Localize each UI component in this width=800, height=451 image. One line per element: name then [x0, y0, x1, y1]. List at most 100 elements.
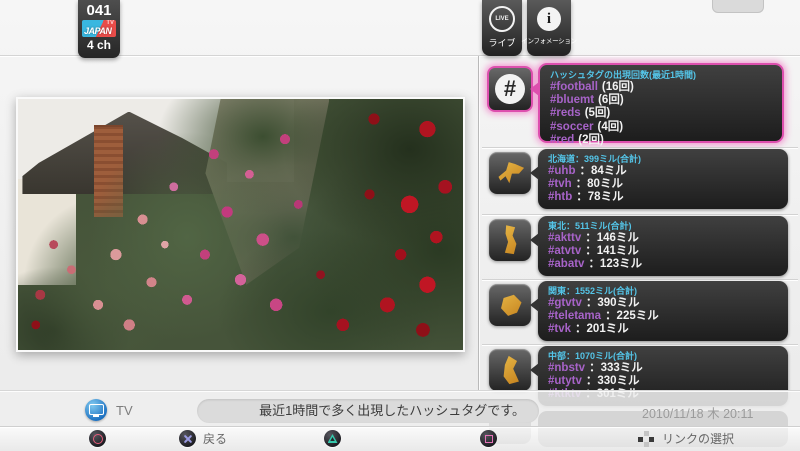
triangle-button-icon[interactable]: [324, 430, 341, 447]
region-title: 北海道：399ミル(合計): [548, 153, 778, 165]
region-row: #akttv ：146ミル: [548, 232, 778, 245]
hashtag-link[interactable]: #tvh: [548, 178, 572, 190]
control-bar: 戻る リンクの選択: [0, 426, 800, 451]
panel-separator: [482, 147, 798, 148]
hashtag-count: (5回): [585, 107, 611, 119]
datetime-display: 2010/11/18 木 20:11: [642, 403, 753, 422]
square-button-icon[interactable]: [480, 430, 497, 447]
bubble-tail: [530, 166, 539, 180]
live-icon: LIVE: [489, 6, 515, 32]
hashtag-row: #football (16回): [550, 81, 772, 94]
hashtag-link[interactable]: #htb: [548, 191, 572, 203]
tv-video-preview[interactable]: [16, 97, 465, 352]
information-button-label: インフォメーション: [521, 35, 576, 45]
content-divider: [478, 56, 479, 390]
channel-badge: 041 TV JAPAN 4 ch: [78, 0, 120, 58]
region-row: #atvtv ：141ミル: [548, 245, 778, 258]
scroll-tab[interactable]: [712, 0, 764, 13]
status-message: 最近1時間で多く出現したハッシュタグです。: [197, 399, 539, 423]
region-row: #utytv ：330ミル: [548, 375, 778, 388]
hashtag-link[interactable]: #teletama: [548, 310, 601, 322]
hashtag-link[interactable]: #football: [550, 81, 598, 93]
information-button[interactable]: i インフォメーション: [527, 0, 571, 56]
hashtag-row: #red (2回): [550, 134, 772, 147]
region-value: ：84ミル: [579, 165, 626, 177]
kanto-bubble[interactable]: 関東：1552ミル(合計) #gtvtv ：390ミル #teletama ：225…: [538, 281, 788, 341]
hashtag-link[interactable]: #soccer: [550, 121, 593, 133]
broadcaster-logo: TV JAPAN: [82, 20, 116, 37]
region-title: 東北：511ミル(合計): [548, 220, 778, 232]
info-icon: i: [537, 7, 561, 31]
region-value: ：141ミル: [585, 245, 639, 257]
hashtag-panel-title: ハッシュタグの出現回数(最近1時間): [550, 69, 772, 81]
region-value: ：225ミル: [605, 310, 659, 322]
hashtag-link[interactable]: #abatv: [548, 258, 584, 270]
channel-number: 041: [86, 2, 111, 19]
hashtag-link[interactable]: #uhb: [548, 165, 575, 177]
hashtag-link[interactable]: #tvk: [548, 323, 571, 335]
hashtag-row: #soccer (4回): [550, 121, 772, 134]
hokkaido-tile[interactable]: [489, 152, 531, 194]
hashtag-link[interactable]: #gtvtv: [548, 297, 582, 309]
hashtag-link[interactable]: #utytv: [548, 375, 582, 387]
hashtag-bubble[interactable]: ハッシュタグの出現回数(最近1時間) #football (16回) #bluem…: [538, 63, 784, 143]
hashtag-link[interactable]: #reds: [550, 107, 581, 119]
region-value: ：330ミル: [586, 375, 640, 387]
hashtag-count: (2回): [578, 134, 604, 146]
region-value: ：78ミル: [576, 191, 623, 203]
hashtag-tile[interactable]: #: [487, 66, 533, 112]
hashtag-link[interactable]: #atvtv: [548, 245, 581, 257]
region-row: #gtvtv ：390ミル: [548, 297, 778, 310]
hashtag-link[interactable]: #bluemt: [550, 94, 594, 106]
live-button[interactable]: LIVE ライブ: [482, 0, 522, 56]
bubble-tail: [530, 363, 539, 377]
region-value: ：123ミル: [588, 258, 642, 270]
tv-hashtag-screen: 041 TV JAPAN 4 ch LIVE ライブ i インフォメーション #…: [0, 0, 800, 450]
tv-source-icon: [85, 399, 107, 421]
cross-button-icon[interactable]: [179, 430, 196, 447]
tohoku-map-icon: [494, 224, 526, 256]
region-row: #nbstv ：333ミル: [548, 362, 778, 375]
live-button-label: ライブ: [488, 36, 515, 49]
panel-separator: [482, 279, 798, 280]
hashtag-icon: #: [489, 68, 531, 110]
hashtag-count: (4回): [597, 121, 623, 133]
region-row: #uhb ：84ミル: [548, 165, 778, 178]
region-value: ：333ミル: [589, 362, 643, 374]
top-divider: [0, 55, 800, 56]
region-value: ：201ミル: [575, 323, 629, 335]
hashtag-count: (6回): [598, 94, 624, 106]
hashtag-count: (16回): [602, 81, 634, 93]
region-row: #htb ：78ミル: [548, 191, 778, 204]
bubble-tail: [530, 233, 539, 247]
tohoku-bubble[interactable]: 東北：511ミル(合計) #akttv ：146ミル #atvtv ：141ミル #…: [538, 216, 788, 276]
kanto-tile[interactable]: [489, 284, 531, 326]
link-select-label: リンクの選択: [662, 427, 734, 451]
hokkaido-bubble[interactable]: 北海道：399ミル(合計) #uhb ：84ミル #tvh ：80ミル #htb ：7…: [538, 149, 788, 209]
chubu-tile[interactable]: [489, 349, 531, 391]
hashtag-row: #reds (5回): [550, 107, 772, 120]
region-value: ：146ミル: [585, 232, 639, 244]
region-row: #abatv ：123ミル: [548, 258, 778, 271]
kanto-map-icon: [494, 289, 526, 321]
region-title: 中部：1070ミル(合計): [548, 350, 778, 362]
region-row: #teletama ：225ミル: [548, 310, 778, 323]
bubble-tail: [530, 298, 539, 312]
logo-main-text: JAPAN: [84, 26, 111, 36]
hashtag-link[interactable]: #red: [550, 134, 574, 146]
region-row: #tvk ：201ミル: [548, 323, 778, 336]
bubble-tail: [530, 82, 539, 96]
hashtag-link[interactable]: #akttv: [548, 232, 581, 244]
hashtag-row: #bluemt (6回): [550, 94, 772, 107]
tohoku-tile[interactable]: [489, 219, 531, 261]
panel-separator: [482, 214, 798, 215]
hashtag-link[interactable]: #nbstv: [548, 362, 585, 374]
tv-source-label: TV: [116, 403, 133, 418]
photo-roses: [18, 99, 463, 350]
circle-button-icon[interactable]: [89, 430, 106, 447]
region-value: ：80ミル: [576, 178, 623, 190]
region-title: 関東：1552ミル(合計): [548, 285, 778, 297]
region-value: ：390ミル: [586, 297, 640, 309]
dpad-left-right-icon: [638, 433, 654, 445]
region-row: #tvh ：80ミル: [548, 178, 778, 191]
